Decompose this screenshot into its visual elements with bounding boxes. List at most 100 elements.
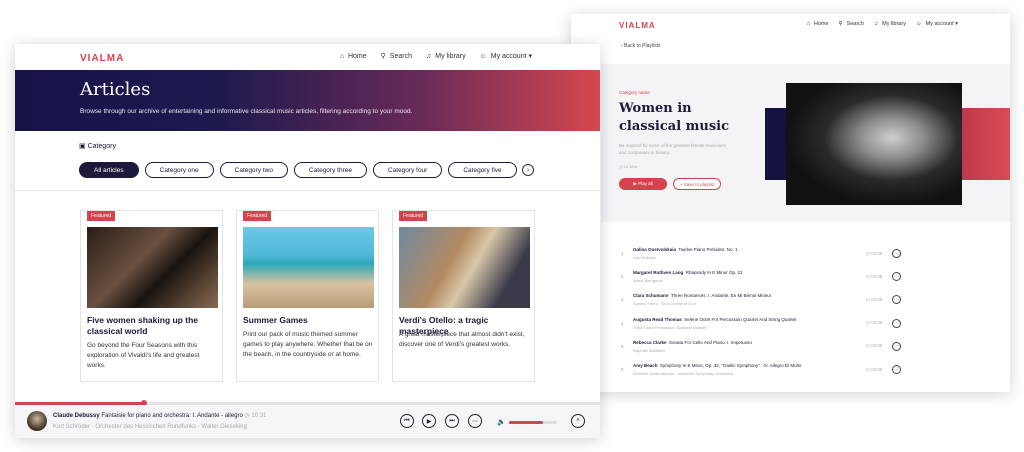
nav-home-label: Home <box>347 52 367 60</box>
track-row[interactable]: 3 Clara Schumann Three Romances: I. Anda… <box>621 288 901 311</box>
nav-search[interactable]: ⚲ Search <box>380 52 412 61</box>
chevron-right-icon[interactable]: › <box>522 164 534 176</box>
article-card[interactable]: Featured Five women shaking up the class… <box>80 210 223 382</box>
track-work: Three Romances: I. Andante, En Mi Bémol … <box>670 293 772 299</box>
track-performer: Ivan Sokolov <box>633 255 656 261</box>
category-label: ▣ Category <box>79 142 116 150</box>
track-row[interactable]: 1 Galina Oustvolskaia Twelve Piano Prelu… <box>621 242 901 265</box>
volume-icon[interactable]: 🔈 <box>497 418 506 426</box>
playlist-length: ◷ 1h 38m <box>619 164 637 169</box>
article-title[interactable]: Summer Games <box>243 315 374 326</box>
track-duration: ◷ 02:05 <box>866 366 883 372</box>
track-number: 5 <box>621 343 624 349</box>
article-image <box>243 227 374 308</box>
nav-library-label: My library <box>882 21 906 27</box>
account-icon: ☺ <box>479 52 487 60</box>
featured-badge: Featured <box>87 211 116 221</box>
playlist-window: VIALMA ⌂ Home ⚲ Search ♫ My library ☺ My acc… <box>571 14 1010 392</box>
nav-account[interactable]: ☺ My account ▾ <box>479 52 532 61</box>
track-work: Selene Octet For Percussion Quartet And … <box>684 316 797 322</box>
logo[interactable]: VIALMA <box>619 21 656 30</box>
track-duration: ◷ 02:05 <box>866 320 883 326</box>
nav-account[interactable]: ☺ My account ▾ <box>916 21 958 27</box>
chip-all-articles[interactable]: All articles <box>79 162 139 178</box>
chip-category-three[interactable]: Category three <box>293 162 367 178</box>
track-composer: Galina Oustvolskaia <box>633 247 677 253</box>
track-row[interactable]: 5 Rebecca Clarke Sonata For Cello And Pi… <box>621 335 901 358</box>
track-duration: ◷ 02:05 <box>866 273 883 279</box>
divider <box>15 190 600 191</box>
article-image <box>87 227 218 308</box>
volume-fill <box>509 421 543 424</box>
article-card[interactable]: Featured Verdi's Otello: a tragic master… <box>392 210 535 382</box>
nav-library-label: My library <box>435 52 466 60</box>
nav-search-label: Search <box>389 52 412 60</box>
articles-hero: Articles Browse through our archive of e… <box>15 70 600 131</box>
track-list: 1 Galina Oustvolskaia Twelve Piano Prelu… <box>621 242 901 381</box>
playlist-cover-photo <box>786 83 962 205</box>
category-name[interactable]: Category name <box>619 90 650 95</box>
account-icon: ☺ <box>915 21 922 27</box>
track-work: Symphony In E Minor, Op. 32, "Gaelic Sym… <box>660 363 802 369</box>
chip-category-four[interactable]: Category four <box>372 162 443 178</box>
search-icon: ⚲ <box>380 53 386 60</box>
more-icon[interactable]: ⋯ <box>892 341 901 351</box>
chip-category-two[interactable]: Category two <box>219 162 288 178</box>
chip-category-one[interactable]: Category one <box>144 162 214 178</box>
track-info: Margaret Ruthven Lang Rhapsody In E Mino… <box>633 270 866 283</box>
article-description: Go beyond the Four Seasons with this exp… <box>87 342 200 369</box>
track-performer: Kenneth Schermerhorn · Nashville Symphon… <box>633 371 733 377</box>
track-number: 1 <box>621 251 624 257</box>
nav-search[interactable]: ⚲ Search <box>839 21 864 27</box>
nav-search-label: Search <box>846 21 864 27</box>
track-row[interactable]: 6 Amy Beach Symphony In E Minor, Op. 32,… <box>621 358 901 381</box>
more-icon[interactable]: ⋯ <box>892 272 901 282</box>
more-icon[interactable]: ⋯ <box>892 318 901 328</box>
track-info: Clara Schumann Three Romances: I. Andant… <box>633 293 866 306</box>
chevron-up-icon[interactable]: ˄ <box>571 414 585 428</box>
nav-library[interactable]: ♫ My library <box>426 53 466 60</box>
featured-badge: Featured <box>399 211 428 221</box>
more-icon[interactable]: ⋯ <box>468 414 482 428</box>
track-composer: Rebecca Clarke <box>633 339 667 345</box>
previous-icon[interactable]: ⏮ <box>400 414 414 428</box>
nav-library[interactable]: ♫ My library <box>874 21 906 27</box>
track-number: 3 <box>621 297 624 303</box>
now-playing-work: Fantaisie for piano and orchestra: I. An… <box>101 413 243 419</box>
more-icon[interactable]: ⋯ <box>892 295 901 305</box>
now-playing-title: Claude Debussy Fantaisie for piano and o… <box>53 412 266 419</box>
track-duration: ◷ 02:05 <box>866 250 883 256</box>
chip-category-five[interactable]: Category five <box>448 162 517 178</box>
now-playing-performers: Kurt Schröder · Orchester des Hessischen… <box>53 424 247 430</box>
track-info: Amy Beach Symphony In E Minor, Op. 32, "… <box>633 363 866 376</box>
more-icon[interactable]: ⋯ <box>892 249 901 259</box>
play-icon[interactable]: ▶ <box>422 414 436 428</box>
article-description: A great masterpiece that almost didn't e… <box>399 331 525 348</box>
track-row[interactable]: 4 Augusta Read Thomas Selene Octet For P… <box>621 312 901 335</box>
track-composer: Amy Beach <box>633 363 658 369</box>
more-icon[interactable]: ⋯ <box>892 365 901 375</box>
next-icon[interactable]: ⏭ <box>445 414 459 428</box>
volume-slider[interactable] <box>509 421 557 424</box>
nav-home[interactable]: ⌂ Home <box>340 53 367 60</box>
nav-account-label: My account ▾ <box>925 21 958 27</box>
play-all-button[interactable]: ▶ Play all <box>619 178 667 190</box>
articles-window: VIALMA ⌂ Home ⚲ Search ♫ My library ☺ My acc… <box>15 44 600 438</box>
track-duration: ◷ 02:05 <box>866 343 883 349</box>
composer-avatar <box>27 411 47 431</box>
page-subtitle: Browse through our archive of entertaini… <box>80 108 413 115</box>
article-card[interactable]: Featured Summer Games Print our pack of … <box>236 210 379 382</box>
top-nav: ⌂ Home ⚲ Search ♫ My library ☺ My account ▾ <box>807 21 958 27</box>
search-icon: ⚲ <box>838 21 843 27</box>
home-icon: ⌂ <box>339 52 344 60</box>
logo[interactable]: VIALMA <box>80 53 124 64</box>
nav-home-label: Home <box>813 21 829 27</box>
article-title[interactable]: Five women shaking up the classical worl… <box>87 315 218 337</box>
back-link[interactable]: ‹ Back to Playlists <box>621 43 660 49</box>
track-row[interactable]: 2 Margaret Ruthven Lang Rhapsody In E Mi… <box>621 265 901 288</box>
now-playing-composer: Claude Debussy <box>53 413 100 419</box>
save-to-playlist-button[interactable]: + Save to playlist <box>673 178 721 190</box>
track-performer: Third Coast Percussion, Spektral Quartet <box>633 324 706 330</box>
nav-home[interactable]: ⌂ Home <box>807 21 829 27</box>
track-work: Sonata For Cello And Piano: I. Impetuoso <box>669 339 752 345</box>
